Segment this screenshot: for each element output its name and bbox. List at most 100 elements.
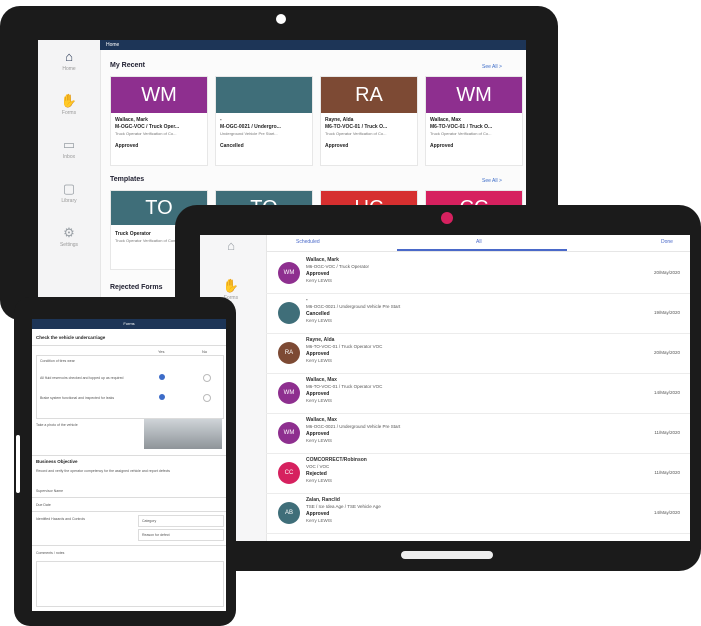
row-owner: Kerry LEWIS: [306, 518, 333, 523]
list-item[interactable]: AB Zalan, Ranclid TSE / Ice Idea Age / T…: [266, 493, 690, 534]
row-form: TSE / Ice Idea Age / TSE Vehicle Age: [306, 504, 381, 509]
row-owner: Kerry LEWIS: [306, 278, 333, 283]
card-detail: Truck Operator Verification of Co...: [430, 131, 492, 136]
small-tablet: Forms Check the vehicle undercarriage Ye…: [14, 297, 236, 626]
my-recent-see-all-link[interactable]: See All >: [482, 64, 502, 70]
radio-yes-selected[interactable]: [159, 394, 165, 400]
row-date: 11/May/2020: [654, 430, 680, 435]
col-yes: Yes: [158, 349, 165, 354]
recent-card[interactable]: RA Rayne, Alda M6-TO-VOC-01 / Truck O...…: [320, 76, 418, 166]
radio-yes-selected[interactable]: [159, 374, 165, 380]
list-item[interactable]: - M6-OGC-0021 / Underground Vehicle Pre …: [266, 293, 690, 334]
row-name: Zalan, Ranclid: [306, 497, 340, 503]
radio-no[interactable]: [203, 394, 211, 402]
card-status: Approved: [115, 143, 139, 149]
card-status: Approved: [325, 143, 349, 149]
nav-item-inbox[interactable]: ▭ Inbox: [38, 138, 100, 161]
avatar: RA: [278, 342, 300, 364]
list-item[interactable]: WM Wallace, Max M6-TO-VOC-01 / Truck Ope…: [266, 373, 690, 414]
settings-icon: ⚙: [63, 225, 75, 240]
category-select[interactable]: Category: [138, 515, 224, 527]
row-name: -: [306, 297, 308, 303]
card-status: Approved: [430, 143, 454, 149]
nav-item-settings[interactable]: ⚙ Settings: [38, 225, 100, 249]
question-label: Condition of tires wear: [40, 359, 75, 363]
list-item[interactable]: CC COMCORRECT/Robinson VOC / VOC Rejecte…: [266, 453, 690, 494]
templates-title: Templates: [110, 176, 145, 183]
card-name: Wallace, Mark: [115, 117, 148, 123]
row-date: 11/May/2020: [654, 470, 680, 475]
home-indicator: [401, 551, 493, 559]
camera-dot: [441, 212, 453, 224]
row-name: Wallace, Max: [306, 377, 337, 383]
photo-label: Take a photo of the vehicle: [36, 423, 78, 427]
reason-select[interactable]: Reason for defect: [138, 529, 224, 541]
row-owner: Kerry LEWIS: [306, 438, 333, 443]
divider: [32, 455, 226, 456]
avatar: WM: [278, 262, 300, 284]
top-bar-title: Home: [106, 42, 120, 48]
card-status: Cancelled: [220, 143, 244, 149]
recent-card[interactable]: - M-OGC-0021 / Undergro... Underground V…: [215, 76, 313, 166]
section-title: Business Objective: [36, 459, 78, 464]
row-status: Approved: [306, 511, 330, 517]
divider: [32, 497, 226, 498]
list-item[interactable]: RA Rayne, Alda M6-TO-VOC-01 / Truck Oper…: [266, 333, 690, 374]
question-table: Condition of tires wear All fluid reserv…: [36, 355, 224, 419]
row-status: Approved: [306, 391, 330, 397]
nav-item-library[interactable]: ▢ Library: [38, 182, 100, 205]
card-initials: [216, 77, 312, 113]
hand-icon: ✋: [60, 93, 78, 108]
tab-all[interactable]: All: [476, 239, 482, 245]
card-form: M6-TO-VOC-01 / Truck O...: [325, 124, 388, 130]
card-initials: WM: [426, 77, 522, 113]
field-label: Due Date: [36, 503, 51, 507]
question-label: Brake system functional and inspected fo…: [40, 396, 115, 400]
card-name: Rayne, Alda: [325, 117, 354, 123]
small-tablet-screen: Forms Check the vehicle undercarriage Ye…: [32, 319, 226, 611]
recent-card[interactable]: WM Wallace, Max M6-TO-VOC-01 / Truck O..…: [425, 76, 523, 166]
row-status: Approved: [306, 271, 330, 277]
row-status: Approved: [306, 431, 330, 437]
home-icon: ⌂: [227, 238, 235, 253]
front-tablet-screen: ⌂ ✋ Forms ▭ ▢ ⚙ Scheduled All Done WM W: [200, 235, 690, 541]
hand-icon: ✋: [222, 278, 240, 293]
tab-done[interactable]: Done: [661, 239, 673, 245]
list-item[interactable]: WM Wallace, Mark M6-OGC-VOC / Truck Oper…: [266, 253, 690, 294]
row-owner: Kerry LEWIS: [306, 478, 333, 483]
avatar: WM: [278, 422, 300, 444]
templates-see-all-link[interactable]: See All >: [482, 178, 502, 184]
my-recent-title: My Recent: [110, 62, 146, 69]
row-form: M6-OGC-0021 / Underground Vehicle Pre St…: [306, 424, 401, 429]
row-name: Rayne, Alda: [306, 337, 335, 343]
nav-rail: ⌂ Home ✋ Forms ▭ Inbox ▢ Library ⚙ Setti…: [38, 40, 101, 318]
col-no: No: [202, 349, 208, 354]
recent-card[interactable]: WM Wallace, Mark M-OGC-VOC / Truck Oper.…: [110, 76, 208, 166]
field-label: Comments / notes: [36, 551, 65, 555]
avatar: AB: [278, 502, 300, 524]
card-name: Wallace, Max: [430, 117, 461, 123]
row-name: Wallace, Mark: [306, 257, 339, 263]
row-date: 14/May/2020: [653, 390, 680, 395]
tab-scheduled[interactable]: Scheduled: [296, 239, 320, 245]
nav-item-forms[interactable]: ✋ Forms: [38, 93, 100, 117]
nav-item-home[interactable]: ⌂: [200, 239, 262, 253]
rejected-forms-title: Rejected Forms: [110, 284, 163, 291]
card-form: M6-TO-VOC-01 / Truck O...: [430, 124, 493, 130]
vehicle-photo[interactable]: [144, 419, 222, 449]
row-date: 14/May/2020: [653, 510, 680, 515]
card-detail: Underground Vehicle Pre Start...: [220, 131, 278, 136]
top-bar: Home: [100, 40, 526, 50]
comments-textarea[interactable]: [36, 561, 224, 607]
radio-no[interactable]: [203, 374, 211, 382]
row-form: M6-OGC-0021 / Underground Vehicle Pre St…: [306, 304, 401, 309]
section-text: Record and verify the operator competenc…: [36, 469, 171, 473]
question-label: All fluid reservoirs checked and topped …: [40, 376, 124, 380]
field-label: Supervisor Name: [36, 489, 64, 493]
row-status: Cancelled: [306, 311, 330, 317]
row-name: Wallace, Max: [306, 417, 337, 423]
list-item[interactable]: WM Wallace, Max M6-OGC-0021 / Undergroun…: [266, 413, 690, 454]
divider: [32, 511, 226, 512]
row-form: M6-TO-VOC-01 / Truck Operator VOC: [306, 344, 383, 349]
nav-item-home[interactable]: ⌂ Home: [38, 50, 100, 73]
